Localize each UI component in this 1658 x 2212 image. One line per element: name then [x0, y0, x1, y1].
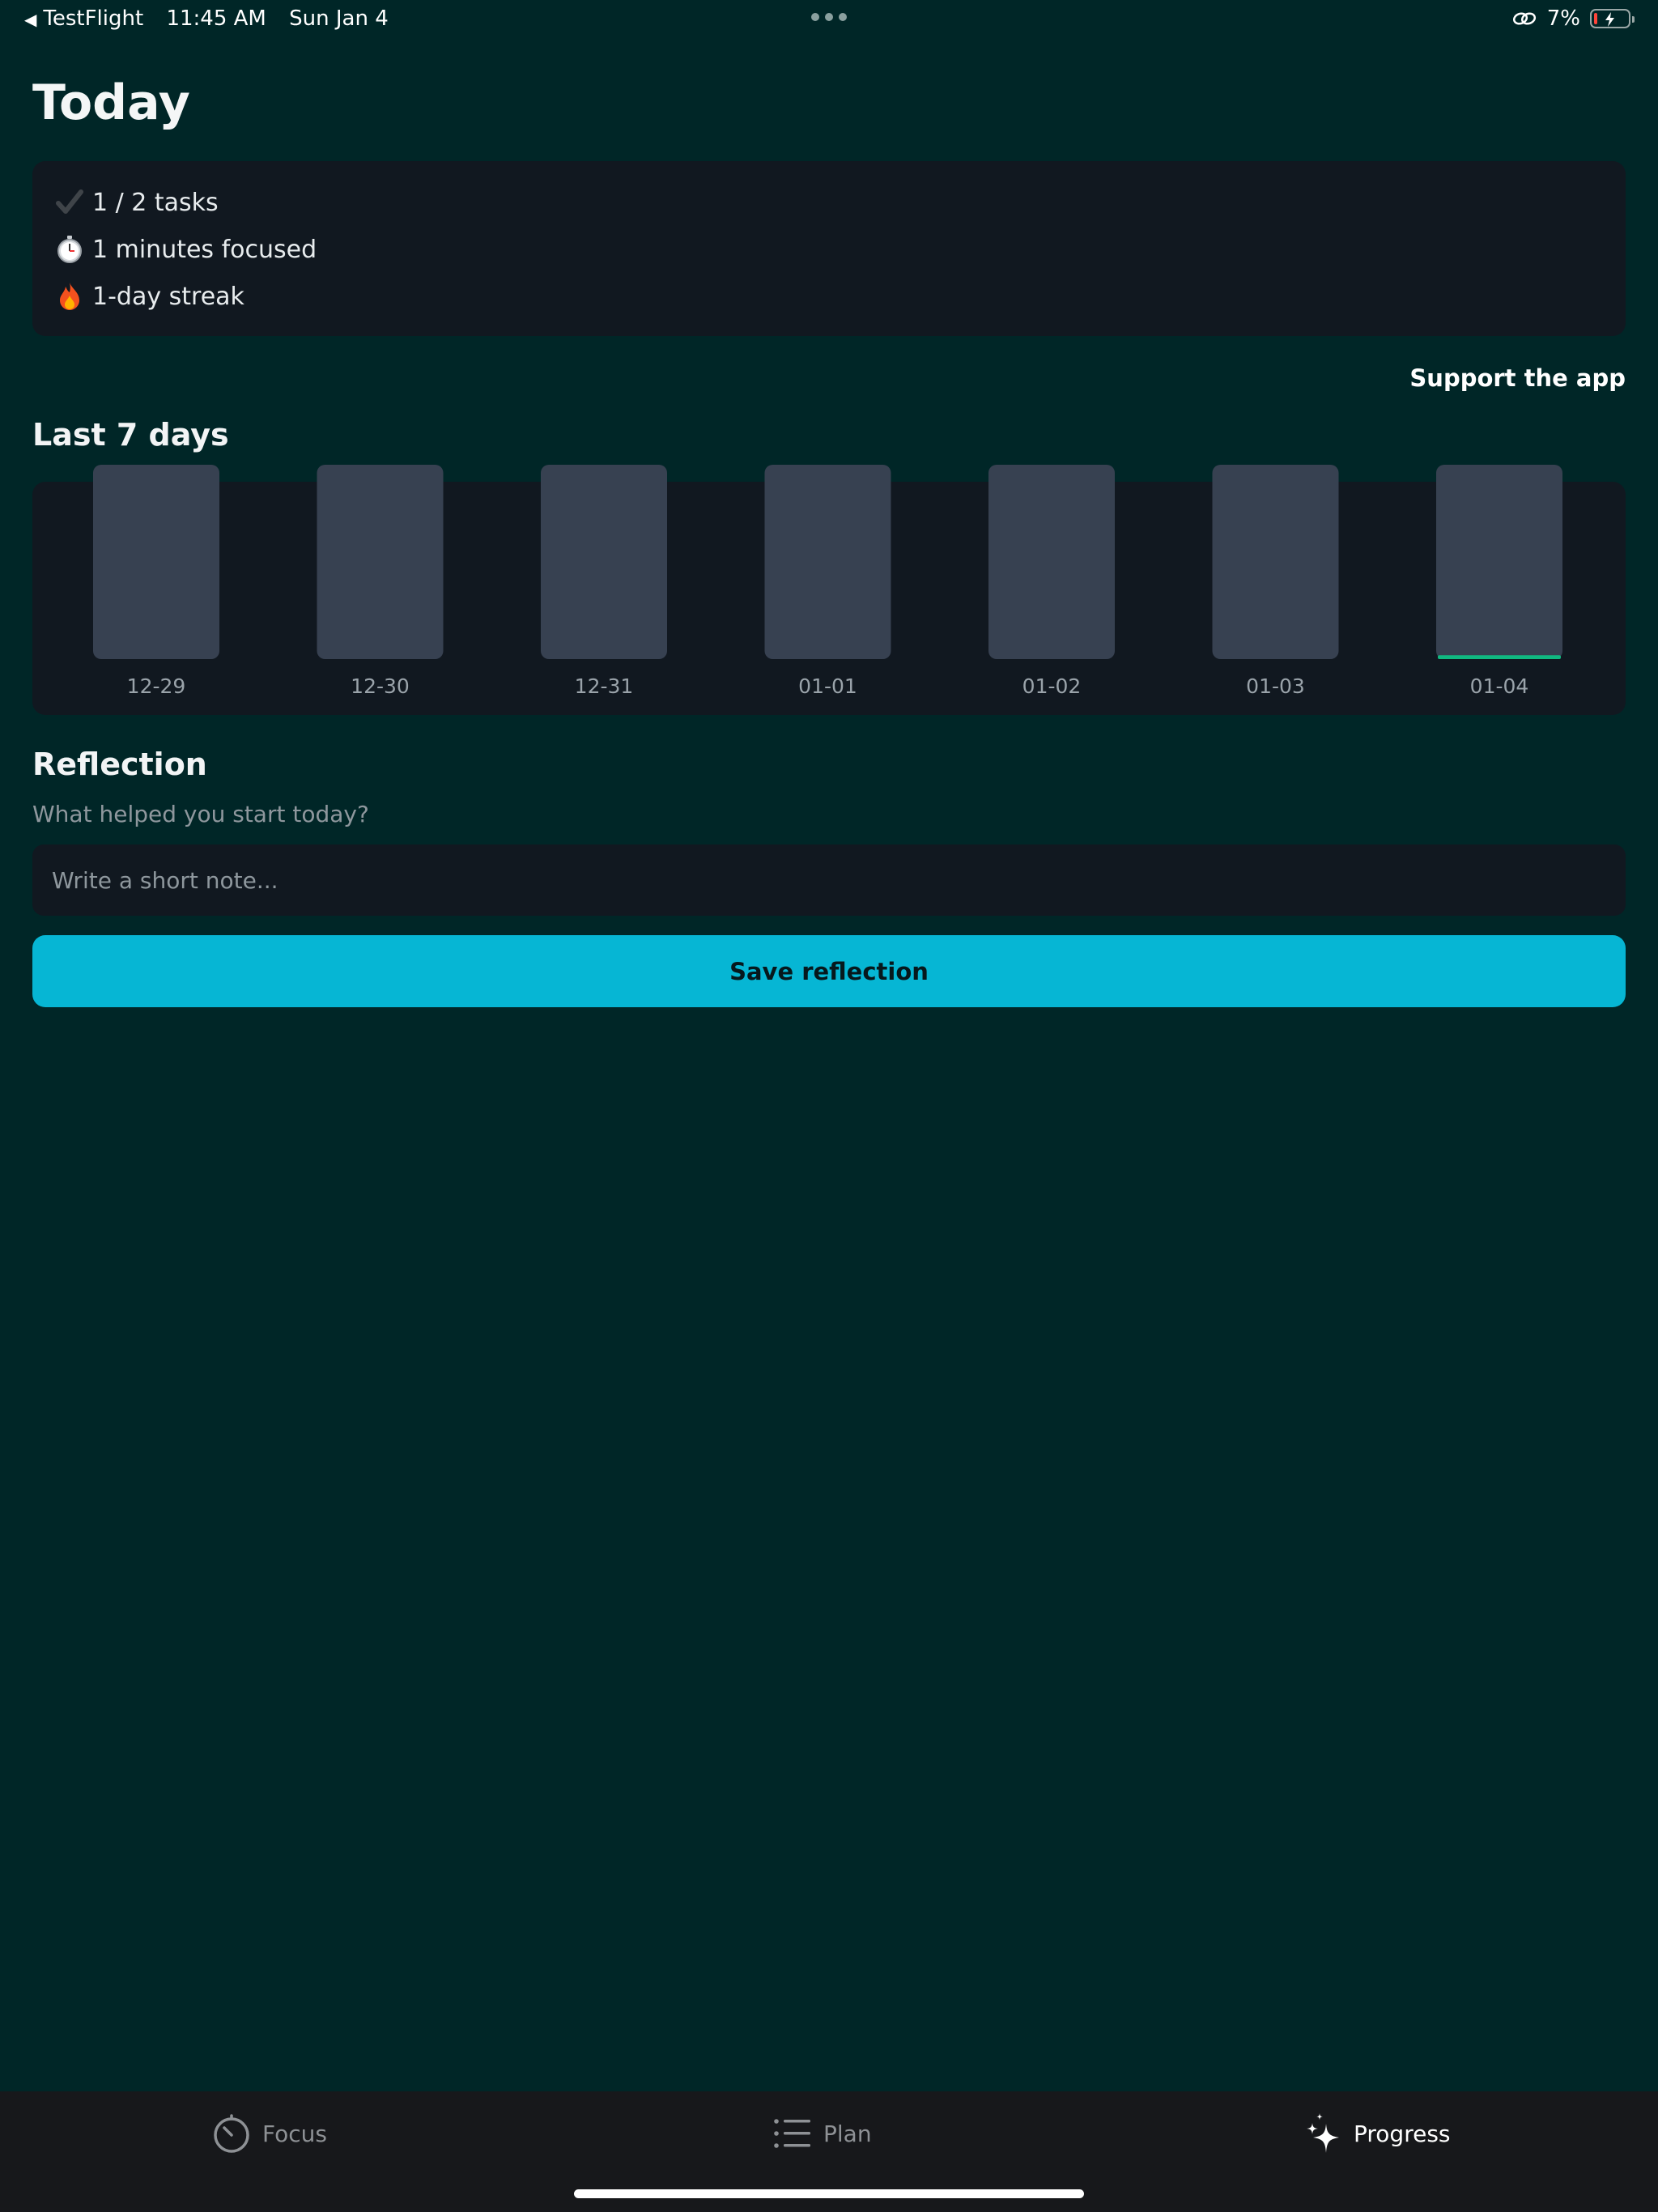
chart-bar-group: 01-01	[764, 465, 891, 698]
chart-bar-fill	[1438, 655, 1561, 659]
tab-progress[interactable]: Progress	[1305, 2109, 1451, 2158]
list-icon	[774, 2119, 810, 2148]
streak-summary-text: 1-day streak	[92, 282, 244, 311]
multitasking-dots-icon[interactable]	[811, 13, 847, 21]
status-bar: ◀ TestFlight 11:45 AM Sun Jan 4 7%	[0, 0, 1658, 39]
chart-category-label: 12-31	[575, 674, 634, 698]
back-to-app-link[interactable]: TestFlight	[43, 6, 143, 31]
focus-summary-text: 1 minutes focused	[92, 235, 317, 264]
status-left: ◀ TestFlight 11:45 AM Sun Jan 4	[24, 6, 405, 31]
status-time: 11:45 AM	[166, 6, 266, 31]
tab-focus[interactable]: Focus	[212, 2109, 327, 2158]
battery-icon	[1590, 9, 1635, 28]
tab-focus-label: Focus	[262, 2120, 327, 2147]
chart-bar-track	[1436, 465, 1562, 659]
chart-category-label: 01-01	[798, 674, 857, 698]
streak-summary: 1-day streak	[55, 276, 244, 317]
back-arrow-icon[interactable]: ◀	[24, 10, 36, 29]
tab-plan[interactable]: Plan	[773, 2109, 872, 2158]
chart-category-label: 01-02	[1022, 674, 1082, 698]
timer-icon	[214, 2114, 249, 2153]
tab-progress-label: Progress	[1354, 2120, 1451, 2147]
support-app-link[interactable]: Support the app	[1409, 364, 1626, 392]
chart-category-label: 01-04	[1470, 674, 1529, 698]
tasks-summary-text: 1 / 2 tasks	[92, 188, 219, 217]
reflection-note-input[interactable]	[32, 844, 1626, 916]
sparkles-icon	[1307, 2113, 1339, 2153]
chart-bar-group: 01-03	[1212, 465, 1339, 698]
today-summary-card: 1 / 2 tasks 1 minutes focused 1-day stre…	[32, 161, 1626, 336]
tasks-summary: 1 / 2 tasks	[55, 182, 219, 223]
chart-bar-track	[317, 465, 444, 659]
check-icon	[55, 188, 84, 217]
chart-bar-group: 12-30	[317, 465, 444, 698]
link-icon	[1512, 12, 1536, 25]
status-right: 7%	[1511, 6, 1635, 31]
chart-bar-track	[93, 465, 219, 659]
chart-bar-group: 01-04	[1436, 465, 1562, 698]
battery-percent: 7%	[1546, 6, 1580, 31]
reflection-title: Reflection	[32, 747, 207, 782]
last-7-days-title: Last 7 days	[32, 417, 229, 453]
chart-bar-group: 01-02	[988, 465, 1115, 698]
chart-bar-track	[764, 465, 891, 659]
save-reflection-button[interactable]: Save reflection	[32, 935, 1626, 1007]
chart-bar-track	[541, 465, 667, 659]
fire-icon	[55, 282, 84, 311]
chart-category-label: 12-29	[127, 674, 186, 698]
reflection-prompt: What helped you start today?	[32, 801, 369, 827]
focus-summary: 1 minutes focused	[55, 229, 317, 270]
chart-category-label: 12-30	[351, 674, 410, 698]
home-indicator[interactable]	[574, 2189, 1084, 2198]
last-7-days-bar-chart: 12-29 12-30 12-31 01-01 01-02 01-03 01-04	[93, 465, 1562, 698]
chart-bar-group: 12-31	[541, 465, 667, 698]
chart-bar-group: 12-29	[93, 465, 219, 698]
chart-bar-track	[988, 465, 1115, 659]
status-date: Sun Jan 4	[289, 6, 389, 31]
tab-plan-label: Plan	[823, 2120, 872, 2147]
chart-bar-track	[1212, 465, 1339, 659]
page-title: Today	[32, 74, 190, 131]
stopwatch-icon	[55, 235, 84, 264]
chart-category-label: 01-03	[1246, 674, 1305, 698]
